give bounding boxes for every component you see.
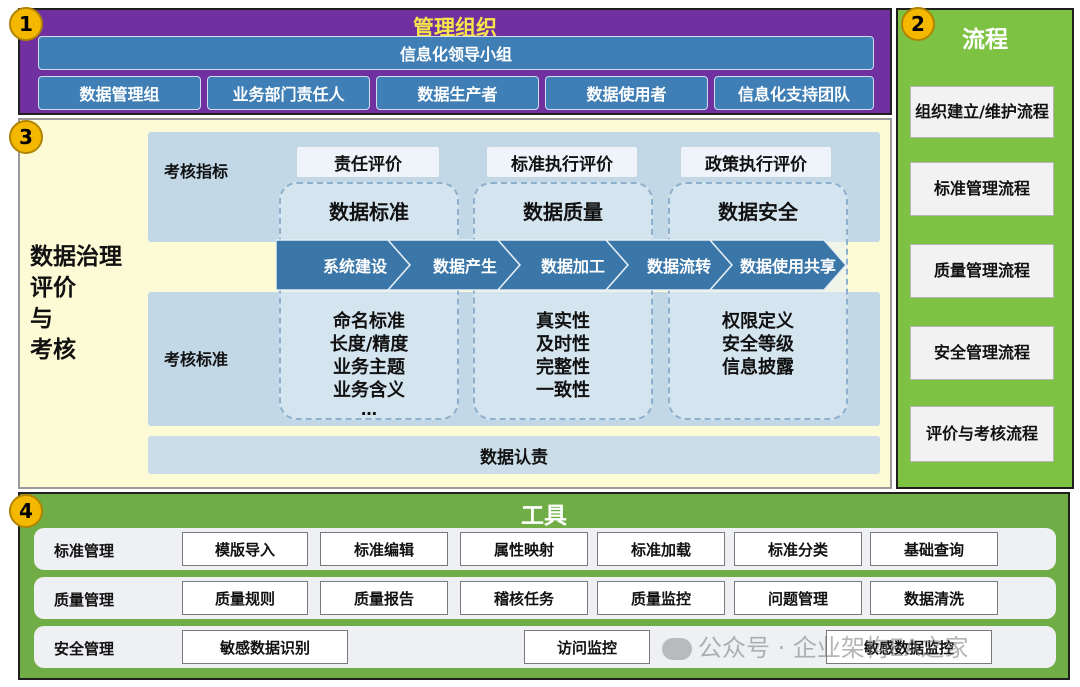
process-box: 标准管理流程 — [910, 162, 1054, 216]
org-section: 管理组织 信息化领导小组 数据管理组 业务部门责任人 数据生产者 数据使用者 信… — [18, 8, 892, 115]
tool-button[interactable]: 质量规则 — [182, 581, 308, 615]
org-member-box: 业务部门责任人 — [207, 76, 370, 110]
flow-step: 系统建设 — [322, 257, 387, 276]
accountability-label: 数据认责 — [480, 447, 548, 468]
column-items: 权限定义 安全等级 信息披露 — [668, 310, 848, 379]
tool-button[interactable]: 问题管理 — [734, 581, 862, 615]
org-member-box: 信息化支持团队 — [714, 76, 874, 110]
evaluation-side-title: 数据治理 评价 与 考核 — [30, 242, 122, 366]
tool-row-label: 安全管理 — [54, 640, 115, 658]
section-number-badge: 1 — [9, 7, 43, 41]
watermark: 公众号 · 企业架构EA之家 — [662, 628, 968, 663]
section-number-badge: 3 — [9, 120, 43, 154]
tool-row: 质量管理 质量规则 质量报告 稽核任务 质量监控 问题管理 数据清洗 — [34, 577, 1056, 619]
process-box: 质量管理流程 — [910, 244, 1054, 298]
tool-button[interactable]: 敏感数据识别 — [182, 630, 348, 664]
tool-button[interactable]: 质量监控 — [597, 581, 725, 615]
column-items: 真实性 及时性 完整性 一致性 — [473, 310, 653, 402]
column-item: 完整性 — [536, 357, 590, 378]
process-section: 流程 组织建立/维护流程 标准管理流程 质量管理流程 安全管理流程 评价与考核流… — [896, 8, 1074, 489]
column-title: 数据标准 — [329, 200, 409, 224]
flow-step: 数据加工 — [540, 257, 605, 276]
column-title: 数据质量 — [523, 200, 603, 224]
column-item: 长度/精度 — [329, 334, 409, 355]
org-member-box: 数据生产者 — [376, 76, 539, 110]
indicator-label: 考核指标 — [164, 162, 229, 181]
tool-button[interactable]: 基础查询 — [870, 532, 998, 566]
tool-button[interactable]: 标准分类 — [734, 532, 862, 566]
org-member-box: 数据使用者 — [545, 76, 708, 110]
column-item: 命名标准 — [333, 311, 405, 332]
process-box: 安全管理流程 — [910, 326, 1054, 380]
leader-group-box: 信息化领导小组 — [38, 36, 874, 70]
tool-button[interactable]: 属性映射 — [460, 532, 588, 566]
column-item: 权限定义 — [722, 311, 794, 332]
tool-button[interactable]: 标准加载 — [597, 532, 725, 566]
section-number-badge: 4 — [9, 494, 43, 528]
flow-step: 数据流转 — [646, 257, 711, 276]
column-item: 安全等级 — [722, 334, 794, 355]
column-items: 命名标准 长度/精度 业务主题 业务含义 — [279, 310, 459, 402]
ellipsis: … — [361, 400, 377, 419]
flow-step: 数据使用共享 — [739, 257, 836, 276]
column-item: 及时性 — [536, 334, 590, 355]
column-item: 真实性 — [536, 311, 590, 332]
side-title-line: 考核 — [30, 337, 76, 363]
indicator-box: 责任评价 — [296, 146, 440, 178]
column-item: 业务主题 — [333, 357, 405, 378]
process-box: 评价与考核流程 — [910, 406, 1054, 462]
side-title-line: 评价 — [30, 275, 76, 301]
watermark-text: 公众号 · 企业架构EA之家 — [698, 634, 969, 662]
flow-step: 数据产生 — [432, 257, 497, 276]
column-item: 信息披露 — [722, 357, 794, 378]
tool-row-label: 质量管理 — [54, 591, 115, 609]
standard-label: 考核标准 — [164, 350, 229, 369]
tool-button[interactable]: 访问监控 — [524, 630, 650, 664]
column-title: 数据安全 — [718, 200, 798, 224]
column-item: 业务含义 — [333, 380, 405, 401]
tool-row: 标准管理 模版导入 标准编辑 属性映射 标准加载 标准分类 基础查询 — [34, 528, 1056, 570]
tool-button[interactable]: 数据清洗 — [870, 581, 998, 615]
tool-button[interactable]: 模版导入 — [182, 532, 308, 566]
wechat-icon — [662, 638, 692, 660]
side-title-line: 与 — [30, 306, 53, 332]
tool-button[interactable]: 质量报告 — [320, 581, 448, 615]
org-member-box: 数据管理组 — [38, 76, 201, 110]
tool-row-label: 标准管理 — [54, 542, 115, 560]
indicator-box: 标准执行评价 — [486, 146, 638, 178]
tool-button[interactable]: 标准编辑 — [320, 532, 448, 566]
side-title-line: 数据治理 — [30, 244, 122, 270]
evaluation-section: 数据治理 评价 与 考核 考核指标 考核标准 责任评价 标准执行评价 政策执行评… — [18, 118, 892, 489]
tool-button[interactable]: 稽核任务 — [460, 581, 588, 615]
indicator-box: 政策执行评价 — [680, 146, 832, 178]
process-box: 组织建立/维护流程 — [910, 86, 1054, 138]
section-number-badge: 2 — [901, 7, 935, 41]
column-item: 一致性 — [536, 380, 590, 401]
tools-title: 工具 — [521, 503, 567, 529]
